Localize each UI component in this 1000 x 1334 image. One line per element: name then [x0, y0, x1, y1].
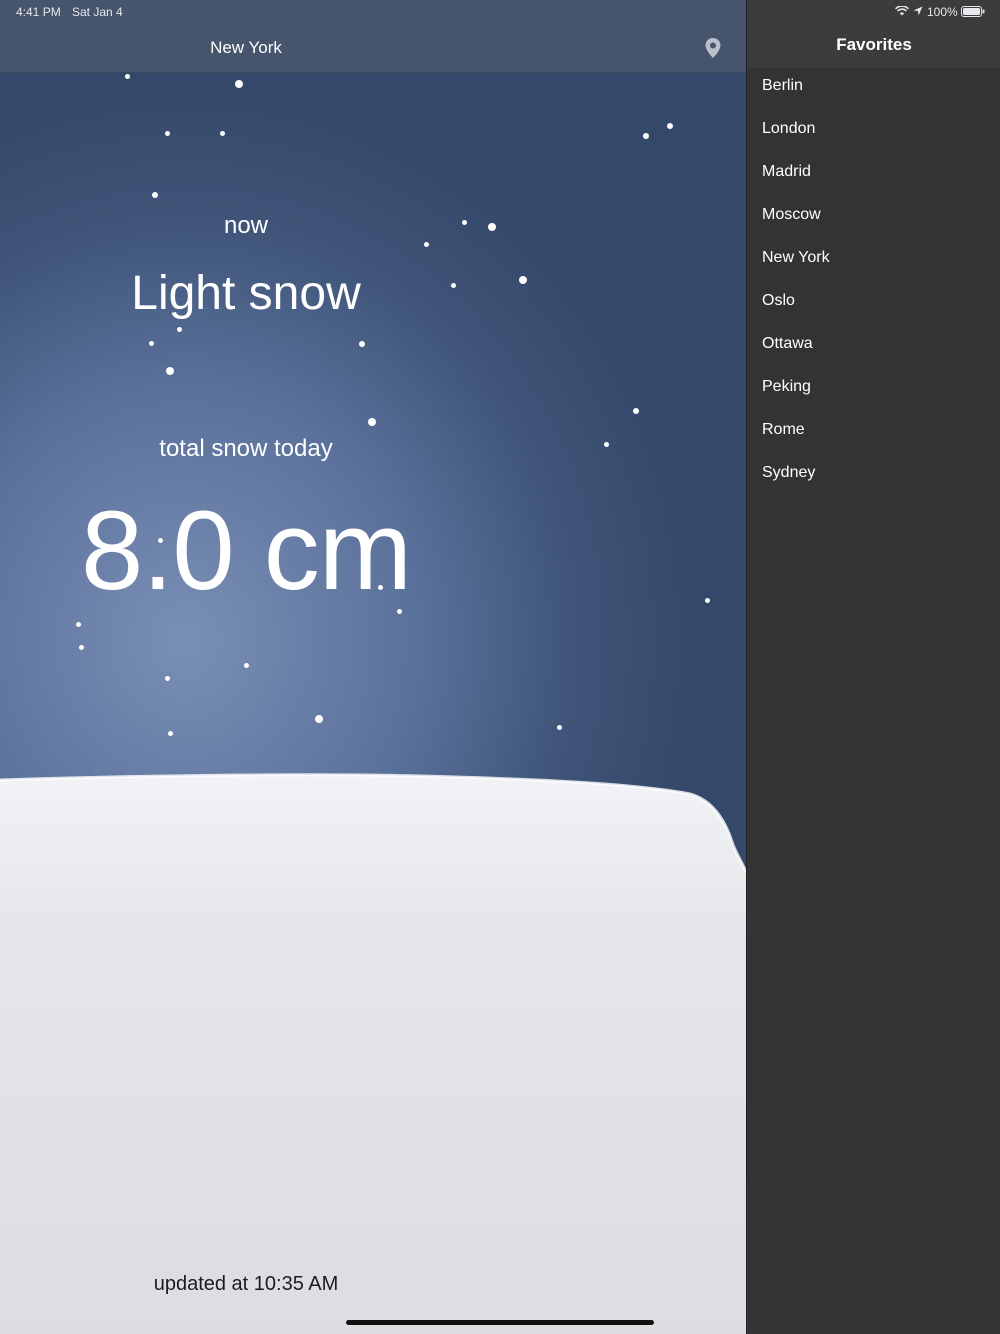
favorites-sidebar: 100% Favorites Berlin London Madrid Mosc… — [746, 0, 1000, 1334]
favorite-item-london[interactable]: London — [747, 111, 1000, 154]
favorite-item-madrid[interactable]: Madrid — [747, 154, 1000, 197]
favorite-item-new-york[interactable]: New York — [747, 240, 1000, 283]
snowflake — [633, 408, 639, 414]
total-snow-label: total snow today — [159, 435, 333, 462]
snowflake — [359, 341, 365, 347]
favorites-list: Berlin London Madrid Moscow New York Osl… — [747, 68, 1000, 498]
snowflake — [315, 715, 323, 723]
snowflake — [667, 123, 673, 129]
snowflake — [166, 367, 174, 375]
weather-pane: 4:41 PM Sat Jan 4 New York now Light sno… — [0, 0, 746, 1334]
favorite-item-berlin[interactable]: Berlin — [747, 68, 1000, 111]
snowflake — [220, 131, 225, 136]
snowflake — [79, 645, 84, 650]
favorite-item-moscow[interactable]: Moscow — [747, 197, 1000, 240]
snowflake — [125, 74, 130, 79]
snowflake — [519, 276, 527, 284]
favorites-title: Favorites — [836, 35, 912, 54]
updated-time: updated at 10:35 AM — [153, 1273, 339, 1295]
city-title: New York — [210, 38, 282, 57]
total-snow-value: 8.0 cm — [80, 488, 412, 613]
favorite-item-sydney[interactable]: Sydney — [747, 455, 1000, 498]
snowflake — [368, 418, 376, 426]
snowflake — [76, 622, 81, 627]
snowflake — [235, 80, 243, 88]
snowflake — [604, 442, 609, 447]
snowflake — [168, 731, 173, 736]
snowflake — [643, 133, 649, 139]
snowflake — [244, 663, 249, 668]
location-arrow-icon — [913, 6, 923, 16]
snowflake — [424, 242, 429, 247]
now-label: now — [223, 212, 269, 239]
favorite-item-oslo[interactable]: Oslo — [747, 283, 1000, 326]
snowflake — [165, 676, 170, 681]
home-indicator[interactable] — [346, 1320, 654, 1325]
snowflake — [152, 192, 158, 198]
favorite-item-rome[interactable]: Rome — [747, 412, 1000, 455]
snowflake — [149, 341, 154, 346]
favorite-item-ottawa[interactable]: Ottawa — [747, 326, 1000, 369]
snowflake — [165, 131, 170, 136]
snowflake — [177, 327, 182, 332]
current-condition: Light snow — [131, 267, 361, 320]
location-pin-icon[interactable] — [704, 37, 722, 59]
wifi-icon — [895, 6, 909, 16]
battery-percentage: 100% — [927, 5, 958, 19]
snowbank-illustration — [0, 773, 746, 1334]
favorites-header: 100% Favorites — [747, 0, 1000, 68]
status-time: 4:41 PM — [16, 5, 61, 19]
snowflake — [705, 598, 710, 603]
favorite-item-peking[interactable]: Peking — [747, 369, 1000, 412]
snowflake — [557, 725, 562, 730]
nav-bar: 4:41 PM Sat Jan 4 New York — [0, 0, 746, 73]
status-date: Sat Jan 4 — [72, 5, 123, 19]
battery-icon — [961, 6, 985, 17]
